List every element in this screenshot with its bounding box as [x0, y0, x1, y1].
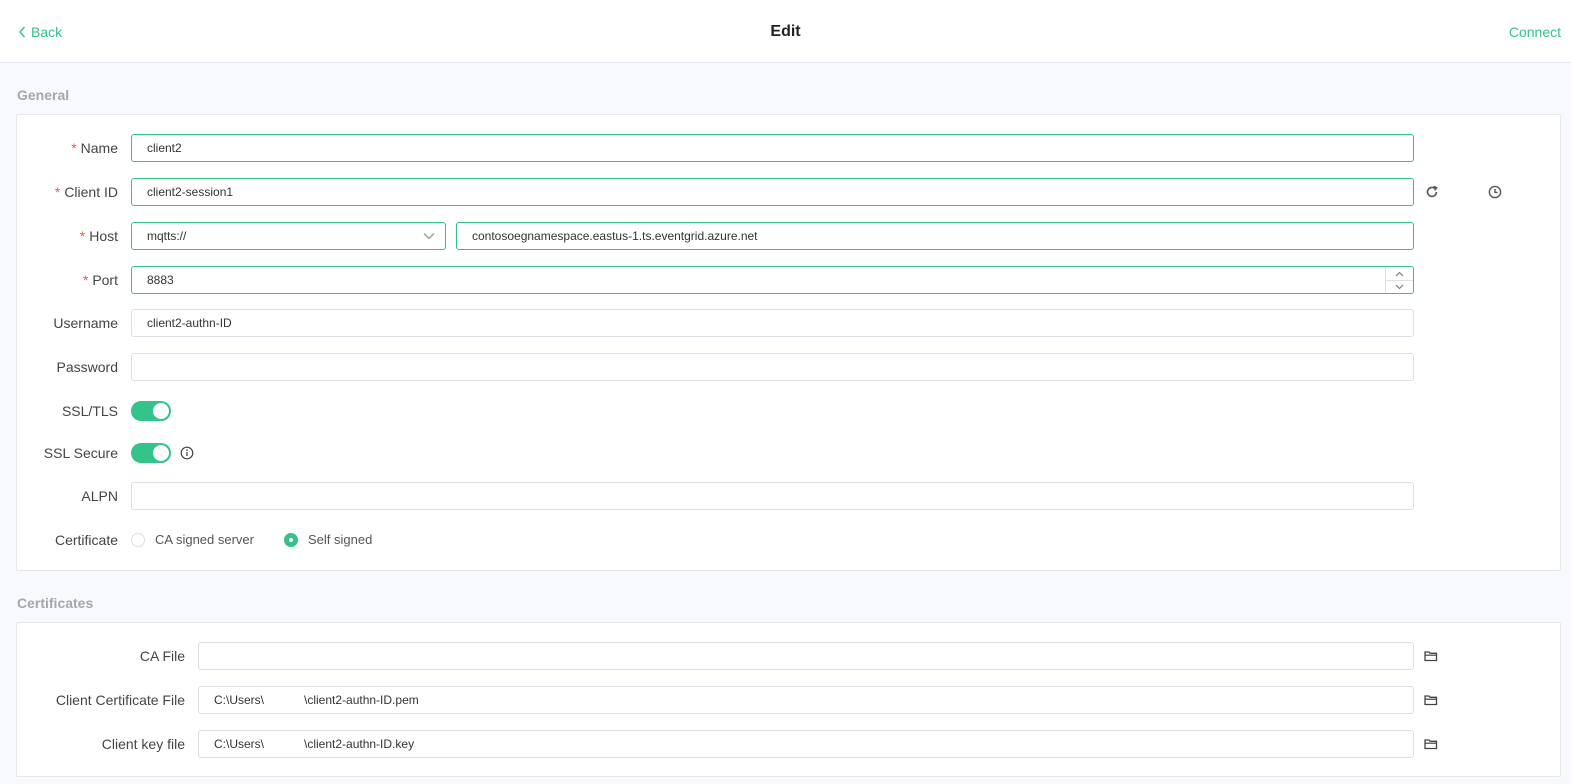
password-input[interactable]: [131, 353, 1414, 381]
decrement-button[interactable]: [1386, 280, 1413, 293]
name-row: * Name client2: [17, 134, 1560, 162]
ca-file-label: CA File: [139, 648, 185, 664]
chevron-down-icon: [1395, 284, 1404, 290]
certificate-row: Certificate CA signed server Self signed: [17, 526, 1560, 554]
client-key-label: Client key file: [101, 736, 185, 752]
ssl-tls-row: SSL/TLS: [17, 397, 1560, 425]
certificates-card: CA File Client Certificate File C:\Users…: [16, 622, 1561, 777]
clock-icon[interactable]: [1487, 184, 1503, 200]
radio-ca-signed-label[interactable]: CA signed server: [155, 526, 254, 554]
toggle-knob: [153, 403, 169, 419]
client-id-row: * Client ID client2-session1: [17, 178, 1560, 206]
ca-file-input[interactable]: [198, 642, 1414, 670]
folder-icon[interactable]: [1423, 736, 1439, 752]
port-stepper[interactable]: [1385, 267, 1413, 293]
name-label: * Name: [71, 140, 118, 156]
protocol-value: mqtts://: [147, 229, 187, 243]
folder-icon[interactable]: [1423, 648, 1439, 664]
username-label: Username: [53, 315, 118, 331]
port-input[interactable]: 8883: [131, 266, 1414, 294]
client-cert-label: Client Certificate File: [55, 692, 185, 708]
certificates-section-title: Certificates: [17, 595, 94, 611]
toggle-knob: [153, 445, 169, 461]
ssl-secure-label: SSL Secure: [43, 445, 118, 461]
radio-self-signed-label[interactable]: Self signed: [308, 526, 372, 554]
page-title: Edit: [770, 23, 801, 40]
client-cert-input[interactable]: C:\Users\ \client2-authn-ID.pem: [198, 686, 1414, 714]
certificate-label: Certificate: [54, 532, 118, 548]
folder-icon[interactable]: [1423, 692, 1439, 708]
alpn-row: ALPN: [17, 482, 1560, 510]
host-label: * Host: [79, 228, 118, 244]
protocol-select[interactable]: mqtts://: [131, 222, 446, 250]
ssl-secure-row: SSL Secure: [17, 439, 1560, 467]
ca-file-row: CA File: [17, 642, 1560, 670]
alpn-input[interactable]: [131, 482, 1414, 510]
username-input[interactable]: client2-authn-ID: [131, 309, 1414, 337]
client-id-label: * Client ID: [54, 184, 118, 200]
client-cert-row: Client Certificate File C:\Users\ \clien…: [17, 686, 1560, 714]
client-key-row: Client key file C:\Users\ \client2-authn…: [17, 730, 1560, 758]
password-label: Password: [56, 359, 118, 375]
info-icon[interactable]: [180, 446, 194, 460]
port-label: * Port: [82, 272, 118, 288]
username-row: Username client2-authn-ID: [17, 309, 1560, 337]
alpn-label: ALPN: [81, 488, 118, 504]
ssl-tls-toggle[interactable]: [131, 401, 171, 421]
ssl-secure-toggle[interactable]: [131, 443, 171, 463]
top-bar: Back Edit Connect: [0, 0, 1571, 63]
radio-self-signed[interactable]: [284, 533, 298, 547]
general-section-title: General: [17, 87, 70, 103]
radio-ca-signed[interactable]: [131, 533, 145, 547]
chevron-up-icon: [1395, 271, 1404, 276]
general-card: * Name client2 * Client ID client2-session…: [16, 114, 1561, 571]
refresh-icon[interactable]: [1424, 184, 1440, 200]
client-key-input[interactable]: C:\Users\ \client2-authn-ID.key: [198, 730, 1414, 758]
chevron-down-icon: [423, 233, 435, 240]
port-value: 8883: [147, 273, 174, 287]
password-row: Password: [17, 353, 1560, 381]
host-input[interactable]: contosoegnamespace.eastus-1.ts.eventgrid…: [456, 222, 1414, 250]
connect-button[interactable]: Connect: [1509, 24, 1561, 40]
name-input[interactable]: client2: [131, 134, 1414, 162]
increment-button[interactable]: [1386, 267, 1413, 280]
client-id-input[interactable]: client2-session1: [131, 178, 1414, 206]
host-row: * Host mqtts:// contosoegnamespace.eastus…: [17, 222, 1560, 250]
ssl-tls-label: SSL/TLS: [61, 403, 118, 419]
port-row: * Port 8883: [17, 266, 1560, 294]
